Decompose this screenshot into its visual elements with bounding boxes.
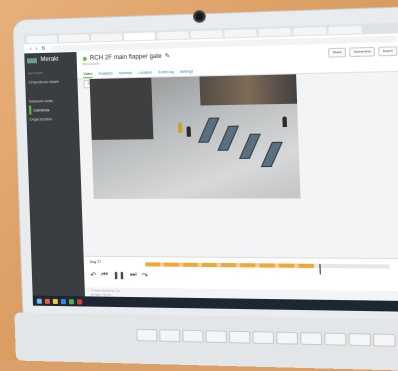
tab-video[interactable]: Video — [83, 70, 92, 78]
keyboard-key — [373, 334, 396, 347]
keyboard-key — [300, 332, 322, 345]
video-feed[interactable] — [90, 74, 301, 199]
tab-network[interactable]: Network — [119, 69, 133, 77]
keyboard-deck — [14, 312, 398, 371]
browser-tab[interactable] — [328, 25, 362, 33]
recorded-footage-bar — [145, 262, 314, 268]
browser-tab[interactable] — [224, 29, 256, 37]
keyboard-key — [276, 332, 298, 345]
browser-tab[interactable] — [91, 33, 122, 41]
person — [282, 116, 287, 127]
video-timeline: Aug 27 ↶ ⏮ ❚❚ ⏭ ↷ — [84, 256, 398, 292]
keyboard-key — [252, 331, 274, 344]
cisco-logo-icon — [27, 58, 37, 63]
tab-location[interactable]: Location — [138, 68, 152, 77]
online-status-icon — [83, 56, 87, 60]
browser-tab[interactable] — [259, 28, 292, 36]
tab-event-log[interactable]: Event log — [158, 68, 174, 77]
rewind-icon[interactable]: ↶ — [90, 271, 96, 279]
screen: ‹ › ↻ Meraki NETWORK Chiyoda-ku stack Ne… — [24, 23, 398, 312]
camera-subtitle: MV Camera — [83, 60, 170, 66]
brand-name: Meraki — [40, 57, 58, 64]
browser-icon[interactable] — [61, 299, 66, 304]
sidebar-section-label: NETWORK — [28, 70, 74, 75]
share-button[interactable]: Share — [328, 48, 346, 58]
browser-tab[interactable] — [190, 30, 222, 38]
browser-tab[interactable] — [157, 31, 189, 39]
app-icon[interactable] — [45, 298, 50, 303]
pause-icon[interactable]: ❚❚ — [113, 271, 125, 279]
tab-analytics[interactable]: Analytics — [98, 69, 113, 77]
forward-icon[interactable]: › — [36, 46, 38, 52]
edit-pencil-icon[interactable]: ✎ — [165, 52, 171, 59]
folder-icon[interactable] — [53, 298, 58, 303]
keyboard-key — [136, 329, 157, 342]
tab-settings[interactable]: Settings — [180, 67, 194, 76]
browser-tab[interactable] — [27, 35, 57, 43]
webcam-icon — [193, 10, 206, 23]
app-icon[interactable] — [77, 299, 82, 304]
keyboard-key — [159, 329, 180, 342]
playback-controls: ↶ ⏮ ❚❚ ⏭ ↷ — [90, 271, 148, 280]
reload-icon[interactable]: ↻ — [41, 45, 45, 51]
browser-tab-active[interactable] — [124, 32, 155, 40]
screenshot-button[interactable]: Screenshot — [349, 47, 375, 57]
app-icon[interactable] — [69, 299, 74, 304]
keyboard-key — [229, 331, 251, 344]
skip-forward-icon[interactable]: ⏭ — [130, 271, 137, 279]
sidebar-item-organization[interactable]: Organization — [29, 114, 76, 124]
video-wall — [90, 78, 154, 140]
browser-tab[interactable] — [59, 34, 90, 42]
keyboard-key — [205, 330, 227, 343]
timeline-scrubber[interactable] — [145, 262, 389, 268]
back-icon[interactable]: ‹ — [30, 46, 32, 52]
video-storefront — [199, 74, 297, 105]
person — [186, 126, 191, 136]
playhead[interactable] — [319, 264, 320, 275]
browser-tab[interactable] — [293, 27, 326, 35]
person — [178, 122, 183, 132]
export-button[interactable]: Export — [378, 46, 397, 56]
network-selector[interactable]: Chiyoda-ku stack — [28, 76, 74, 86]
screen-bezel: ‹ › ↻ Meraki NETWORK Chiyoda-ku stack Ne… — [12, 6, 398, 330]
keyboard-key — [182, 330, 204, 343]
laptop: ‹ › ↻ Meraki NETWORK Chiyoda-ku stack Ne… — [4, 0, 398, 371]
brand-logo: Meraki — [27, 56, 73, 63]
skip-back-icon[interactable]: ⏮ — [101, 271, 108, 279]
start-icon[interactable] — [37, 298, 42, 303]
timeline-date: Aug 27 — [90, 260, 101, 264]
keyboard-key — [348, 333, 371, 346]
header-actions: Share Screenshot Export — [328, 46, 398, 61]
forward-icon[interactable]: ↷ — [142, 272, 148, 280]
sidebar: Meraki NETWORK Chiyoda-ku stack Network-… — [24, 52, 85, 306]
keyboard-key — [324, 333, 347, 346]
